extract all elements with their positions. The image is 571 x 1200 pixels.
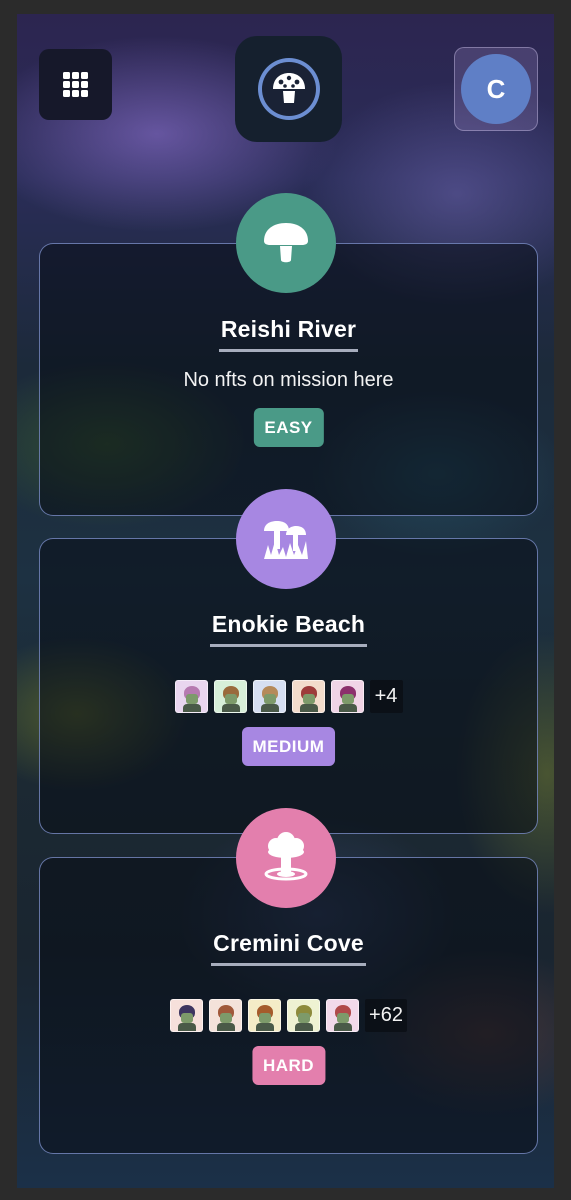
- menu-button[interactable]: [39, 49, 112, 120]
- avatar-initial: C: [486, 73, 506, 104]
- mushroom-logo-icon: [272, 73, 305, 103]
- mushroom-icon: [263, 223, 308, 263]
- nft-more-count[interactable]: +4: [369, 680, 403, 713]
- mission-icon-reishi-river: [235, 193, 336, 293]
- app-frame: C Reishi River No nfts on mission here E…: [17, 14, 554, 1188]
- nft-avatar-row: +4: [40, 680, 537, 713]
- difficulty-badge-easy: EASY: [253, 408, 324, 447]
- profile-button[interactable]: C: [454, 47, 538, 131]
- nft-avatar[interactable]: [287, 999, 321, 1032]
- avatar: C: [461, 54, 531, 124]
- mission-title: Reishi River: [40, 316, 537, 352]
- difficulty-badge-medium: MEDIUM: [241, 727, 336, 766]
- nft-avatar[interactable]: [252, 680, 286, 713]
- mission-icon-cremini-cove: [235, 808, 336, 908]
- mission-title: Cremini Cove: [40, 930, 537, 966]
- nft-avatar[interactable]: [326, 999, 360, 1032]
- nft-more-count[interactable]: +62: [365, 999, 407, 1032]
- grid-icon: [63, 72, 88, 97]
- nft-avatar[interactable]: [291, 680, 325, 713]
- mission-icon-enokie-beach: [235, 489, 336, 589]
- difficulty-badge-hard: HARD: [251, 1046, 326, 1085]
- nft-avatar-row: +62: [40, 999, 537, 1032]
- nft-avatar[interactable]: [330, 680, 364, 713]
- mushroom-cloud-icon: [264, 832, 307, 881]
- app-logo[interactable]: [235, 36, 342, 142]
- nft-avatar[interactable]: [213, 680, 247, 713]
- mission-title: Enokie Beach: [40, 611, 537, 647]
- nft-avatar[interactable]: [209, 999, 243, 1032]
- enoki-mushrooms-icon: [263, 521, 308, 559]
- nft-avatar[interactable]: [174, 680, 208, 713]
- nft-avatar[interactable]: [170, 999, 204, 1032]
- mission-status: No nfts on mission here: [183, 369, 394, 391]
- nft-avatar[interactable]: [248, 999, 282, 1032]
